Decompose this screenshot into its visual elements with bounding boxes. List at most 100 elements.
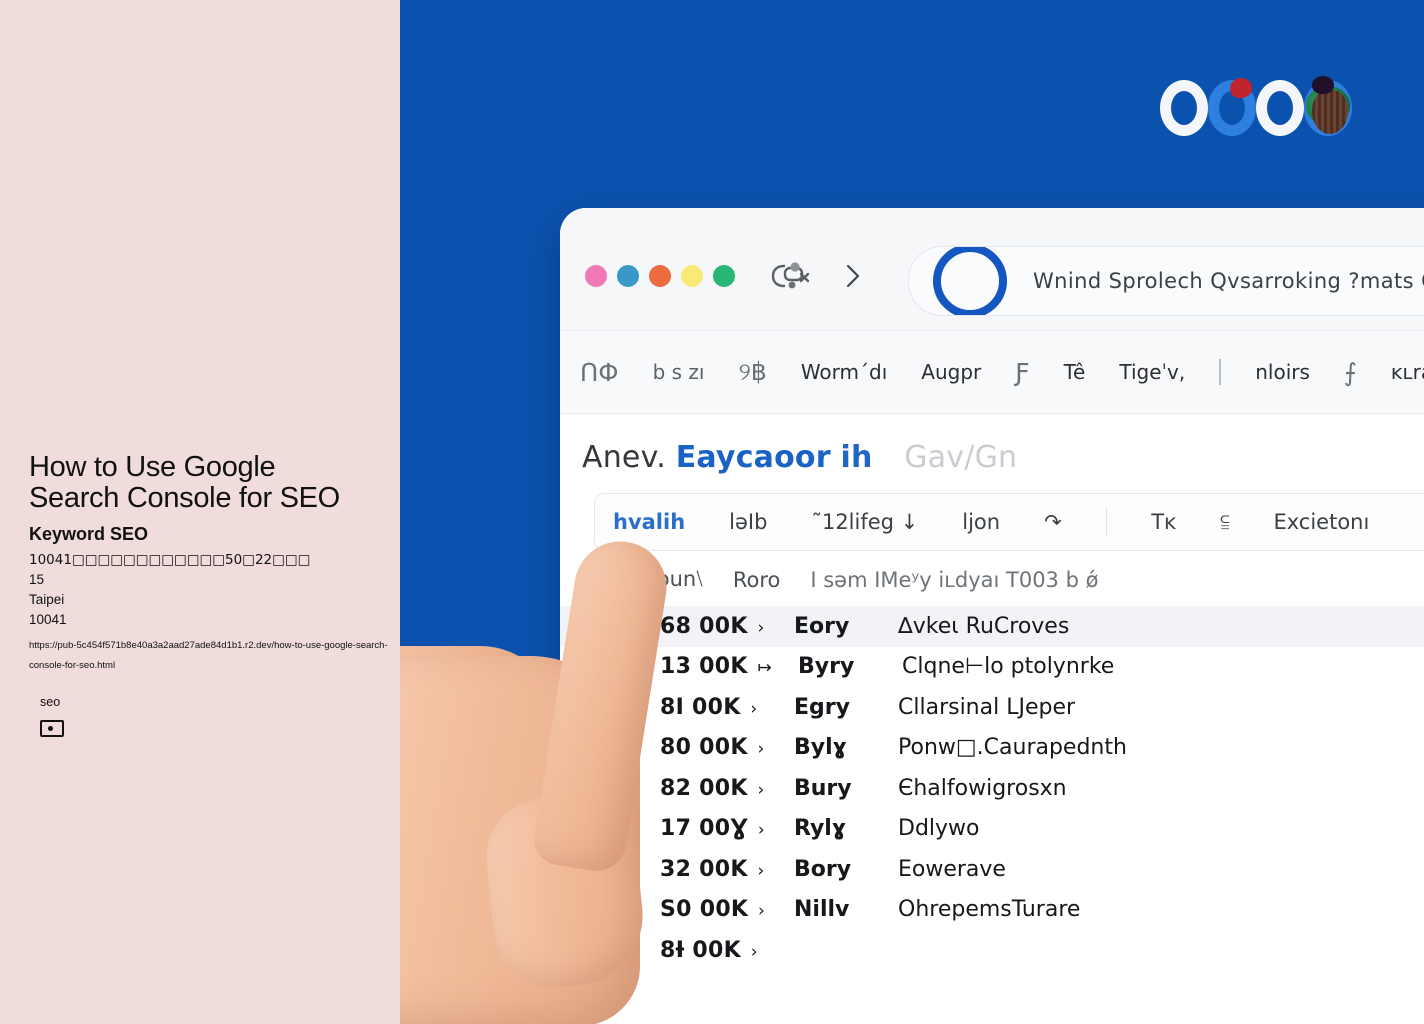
dot-green[interactable]: [713, 265, 735, 287]
cell-label: Clqne⊢lo ptolynrke: [902, 654, 1115, 680]
cell-volume: 32 00K ›: [660, 856, 765, 882]
cell-trend-arrow-icon: ›: [751, 779, 765, 800]
chevron-right-icon[interactable]: [842, 260, 864, 292]
cell-trend-arrow-icon: ›: [752, 901, 766, 922]
table-row[interactable]: 17 00Ɣ › Rylɣ Ddlywo: [560, 809, 1424, 850]
address-bar-value[interactable]: Wnind Sprolech Qvsarroking ?mats Qítl ··: [1033, 269, 1424, 293]
cell-code: Bury: [794, 775, 852, 801]
col-header-long: I sǝm IMeʸy iʟdyaı T003 b ǿ: [810, 567, 1099, 592]
sidebar-chat-icon[interactable]: [770, 260, 812, 292]
toolbar-item-klral[interactable]: ĸʟral: [1391, 360, 1424, 384]
logo-blob-brown: [1312, 90, 1348, 134]
cell-label: Eowerave: [898, 856, 1006, 882]
toolbar-item-augpr[interactable]: Augpr: [921, 360, 981, 384]
filter-separator: [1105, 507, 1108, 537]
tag-label: seo: [40, 695, 61, 709]
cell-trend-arrow-icon: ›: [751, 617, 765, 638]
cell-trend-arrow-icon: ›: [745, 941, 758, 962]
cell-label: ∆vkeɩ RuCroves: [898, 613, 1070, 639]
table-row[interactable]: 82 00K › Bury Єhalfowigrosxn: [560, 768, 1424, 809]
toolbar-item-te[interactable]: Tê: [1064, 360, 1086, 384]
article-url[interactable]: https://pub-5c454f571b8e40a3a2aad27ade84…: [29, 636, 389, 676]
table-row[interactable]: 32 00K › Bory Eowerave: [560, 849, 1424, 890]
cell-volume: 13 00K ↦: [660, 654, 772, 680]
cell-code: Byry: [798, 654, 855, 680]
cell-volume: 80 00K ›: [660, 735, 765, 761]
table-row[interactable]: 8I 00K › Egry Cllarsinal LJeper: [560, 687, 1424, 728]
toolbar-item-bszi[interactable]: b s zı: [653, 360, 705, 384]
navigation-icons: [770, 260, 864, 292]
cell-trend-arrow-icon: ›: [752, 820, 765, 841]
article-subtitle: Keyword SEO: [29, 524, 149, 544]
filter-icon-cart[interactable]: ↷: [1044, 510, 1062, 534]
toolbar-divider: [1219, 359, 1222, 385]
results-table[interactable]: 68 00K › Eory ∆vkeɩ RuCroves 13 00K ↦ Byry Cl…: [560, 606, 1424, 971]
logo-ring-1: [1160, 80, 1208, 136]
cell-trend-arrow-icon: ›: [751, 739, 765, 760]
table-row[interactable]: 13 00K ↦ Byry Clqne⊢lo ptolynrke: [560, 647, 1424, 688]
tag-block: seo: [40, 694, 64, 737]
filter-item-lab[interactable]: lǝIb: [729, 510, 767, 534]
floor-line: 15: [29, 572, 45, 587]
dot-pink[interactable]: [585, 265, 607, 287]
toolbar-icon-glyph[interactable]: ՈՓ: [580, 358, 619, 387]
city-line: Taipei: [29, 592, 65, 607]
filter-toolbar[interactable]: hvalih lǝIb ˜12lifeg ↓ ljon ↷ Tĸ ⫅ Excietonı: [594, 493, 1424, 551]
filter-item-hvalih[interactable]: hvalih: [613, 510, 685, 534]
hand-knuckles: [400, 646, 560, 766]
table-column-headers: Hly oun⧵ Roro I sǝm IMeʸy iʟdyaı T003 b ǿ: [560, 551, 1424, 606]
cell-code: Bylɣ: [794, 735, 847, 761]
table-row[interactable]: 8Ɨ 00K ›: [560, 930, 1424, 971]
filter-item-12lifeg[interactable]: ˜12lifeg ↓: [811, 510, 918, 534]
toolbar-icon-scatter[interactable]: ୨฿: [738, 357, 766, 387]
cell-label: Ponw□.Caurapednth: [898, 735, 1127, 761]
filter-item-tk[interactable]: Tĸ: [1151, 510, 1176, 534]
page-title: How to Use Google Search Console for SEO: [29, 451, 340, 514]
cell-code: Eory: [794, 613, 850, 639]
col-header-roro: Roro: [732, 567, 781, 592]
browser-titlebar: Wnind Sprolech Qvsarroking ?mats Qítl ··: [560, 208, 1424, 331]
cell-volume: 17 00Ɣ ›: [660, 816, 765, 842]
toolbar-item-nloirs[interactable]: nloirs: [1255, 360, 1310, 384]
cell-label: Cllarsinal LJeper: [898, 694, 1076, 720]
filter-item-excieton[interactable]: Excietonı: [1273, 510, 1369, 534]
cell-code: Nillv: [794, 897, 850, 923]
toolbar-item-tigerv[interactable]: Tigeˈv,: [1119, 360, 1185, 384]
table-row[interactable]: S0 00K › Nillv OhrepemsTurare: [560, 890, 1424, 931]
headline-part-dark: Anev.: [582, 440, 666, 475]
cell-volume: S0 00K ›: [660, 897, 766, 923]
address-line: 10041□□□□□□□□□□□□50□22□□□: [29, 552, 311, 568]
dot-yellow[interactable]: [681, 265, 703, 287]
filter-item-lion[interactable]: ljon: [962, 510, 1000, 534]
cell-volume: 8I 00K ›: [660, 694, 758, 720]
headline-part-gray: Gav/Gn: [904, 440, 1018, 475]
dot-orange[interactable]: [649, 265, 671, 287]
col-header-hlyount: Hly oun⧵: [616, 567, 703, 591]
cell-code: Bory: [794, 856, 852, 882]
cell-trend-arrow-icon: ›: [744, 698, 758, 719]
headline-part-blue: Eaycaoor: [675, 440, 831, 475]
browser-window: Wnind Sprolech Qvsarroking ?mats Qítl ··…: [560, 208, 1424, 1024]
dot-blue[interactable]: [617, 265, 639, 287]
cell-volume: 82 00K ›: [660, 775, 765, 801]
cell-code: Rylɣ: [794, 816, 846, 842]
logo-blob-dark: [1312, 76, 1334, 94]
address-bar[interactable]: Wnind Sprolech Qvsarroking ?mats Qítl ··: [908, 246, 1424, 316]
window-controls[interactable]: [585, 265, 735, 287]
table-row[interactable]: 68 00K › Eory ∆vkeɩ RuCroves: [560, 606, 1424, 647]
cell-label: Єhalfowigrosxn: [898, 775, 1067, 801]
cell-code: Egry: [794, 694, 850, 720]
cell-label: OhrepemsTurare: [898, 897, 1081, 923]
postal-code-line: 10041: [29, 612, 67, 627]
browser-toolbar[interactable]: ՈՓ b s zı ୨฿ Worm´dı Augpr Ƒ Tê Tigeˈv, nloirs ⨍ ĸ…: [560, 331, 1424, 414]
toolbar-item-wormdi[interactable]: Worm´dı: [801, 360, 887, 384]
cell-volume: 8Ɨ 00K ›: [660, 937, 758, 963]
headline-part-blue2: ih: [840, 440, 873, 475]
blue-stage: Wnind Sprolech Qvsarroking ?mats Qítl ··…: [400, 0, 1424, 1024]
table-row[interactable]: 80 00K › Bylɣ Ponw□.Caurapednth: [560, 728, 1424, 769]
filter-icon-export[interactable]: ⫅: [1220, 510, 1229, 535]
article-panel: How to Use Google Search Console for SEO…: [0, 0, 400, 1024]
toolbar-icon-flag[interactable]: Ƒ: [1015, 358, 1029, 387]
toolbar-icon-bracket[interactable]: ⨍: [1344, 358, 1357, 387]
logo-ring-3: [1256, 80, 1304, 136]
